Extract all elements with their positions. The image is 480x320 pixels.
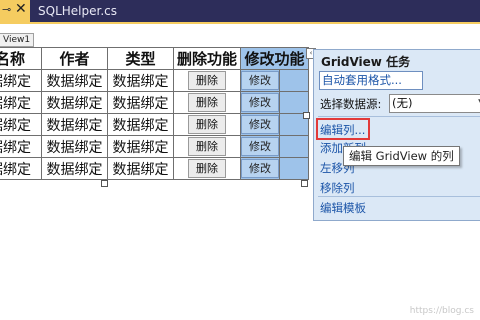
table-row: 据绑定 数据绑定 数据绑定 删除 修改 [0, 69, 309, 92]
autoformat-link[interactable]: 自动套用格式... [319, 71, 423, 90]
edit-button[interactable]: 修改 [241, 137, 279, 156]
resize-handle[interactable] [101, 180, 108, 187]
divider [318, 116, 480, 117]
pin-icon[interactable]: ⊸ [2, 3, 11, 16]
delete-button[interactable]: 删除 [188, 115, 226, 134]
resize-handle[interactable] [301, 180, 308, 187]
table-cell: 数据绑定 [41, 113, 108, 136]
gridview-table[interactable]: 名称 作者 类型 删除功能 修改功能 据绑定 数据绑定 数据绑定 删除 修改 据… [0, 47, 309, 180]
gridview-control-tag[interactable]: View1 [0, 33, 35, 47]
table-cell: 数据绑定 [41, 91, 108, 114]
table-cell[interactable]: 修改 [240, 113, 280, 136]
table-cell[interactable]: 修改 [240, 69, 280, 92]
table-cell: 数据绑定 [41, 157, 108, 180]
delete-button[interactable]: 删除 [188, 71, 226, 90]
close-icon[interactable]: ✕ [15, 1, 27, 17]
panel-title: GridView 任务 [321, 55, 411, 69]
edit-button[interactable]: 修改 [241, 115, 279, 134]
table-row: 据绑定 数据绑定 数据绑定 删除 修改 [0, 135, 309, 158]
table-cell[interactable]: 修改 [240, 157, 280, 180]
highlight-box [316, 118, 370, 140]
datasource-value: (无) [392, 96, 413, 110]
edit-templates-link[interactable]: 编辑模板 [320, 200, 366, 216]
table-cell: 删除 [173, 69, 241, 92]
table-cell: 删除 [173, 157, 241, 180]
table-cell: 据绑定 [0, 69, 42, 92]
document-tab-strip: ⊸ ✕ SQLHelper.cs [0, 0, 480, 22]
delete-button[interactable]: 删除 [188, 137, 226, 156]
table-cell: 数据绑定 [107, 157, 174, 180]
table-cell[interactable]: 修改 [240, 135, 280, 158]
table-cell: 删除 [173, 135, 241, 158]
table-cell[interactable] [279, 69, 309, 92]
table-cell: 数据绑定 [107, 69, 174, 92]
resize-handle[interactable] [303, 112, 310, 119]
table-cell[interactable]: 修改 [240, 91, 280, 114]
remove-column-link[interactable]: 移除列 [320, 180, 355, 196]
datasource-select[interactable]: (无) ▼ [389, 94, 480, 113]
header-cell-type: 类型 [107, 47, 174, 70]
active-tab[interactable]: ⊸ ✕ [0, 0, 30, 22]
table-cell[interactable] [279, 157, 309, 180]
table-cell: 据绑定 [0, 113, 42, 136]
table-cell: 删除 [173, 113, 241, 136]
table-cell[interactable] [279, 135, 309, 158]
table-cell: 删除 [173, 91, 241, 114]
tab-sqlhelper[interactable]: SQLHelper.cs [32, 0, 123, 22]
table-cell[interactable] [279, 91, 309, 114]
table-cell: 据绑定 [0, 157, 42, 180]
tooltip: 编辑 GridView 的列 [343, 146, 460, 166]
header-cell-author: 作者 [41, 47, 108, 70]
header-cell-edit[interactable]: 修改功能 [240, 47, 309, 70]
table-cell: 数据绑定 [41, 135, 108, 158]
table-row: 据绑定 数据绑定 数据绑定 删除 修改 [0, 91, 309, 114]
header-row: 名称 作者 类型 删除功能 修改功能 [0, 47, 309, 70]
edit-button[interactable]: 修改 [241, 71, 279, 90]
table-row: 据绑定 数据绑定 数据绑定 删除 修改 [0, 113, 309, 136]
edit-button[interactable]: 修改 [241, 159, 279, 178]
delete-button[interactable]: 删除 [188, 93, 226, 112]
table-row: 据绑定 数据绑定 数据绑定 删除 修改 [0, 157, 309, 180]
header-cell-delete: 删除功能 [173, 47, 241, 70]
edit-button[interactable]: 修改 [241, 93, 279, 112]
table-cell: 数据绑定 [107, 113, 174, 136]
table-cell: 据绑定 [0, 91, 42, 114]
table-cell: 数据绑定 [107, 91, 174, 114]
divider [318, 196, 480, 197]
delete-button[interactable]: 删除 [188, 159, 226, 178]
watermark: https://blog.cs [409, 306, 474, 316]
header-cell-name: 名称 [0, 47, 42, 70]
table-cell: 数据绑定 [41, 69, 108, 92]
datasource-label: 选择数据源: [320, 97, 382, 111]
table-cell: 数据绑定 [107, 135, 174, 158]
table-cell: 据绑定 [0, 135, 42, 158]
